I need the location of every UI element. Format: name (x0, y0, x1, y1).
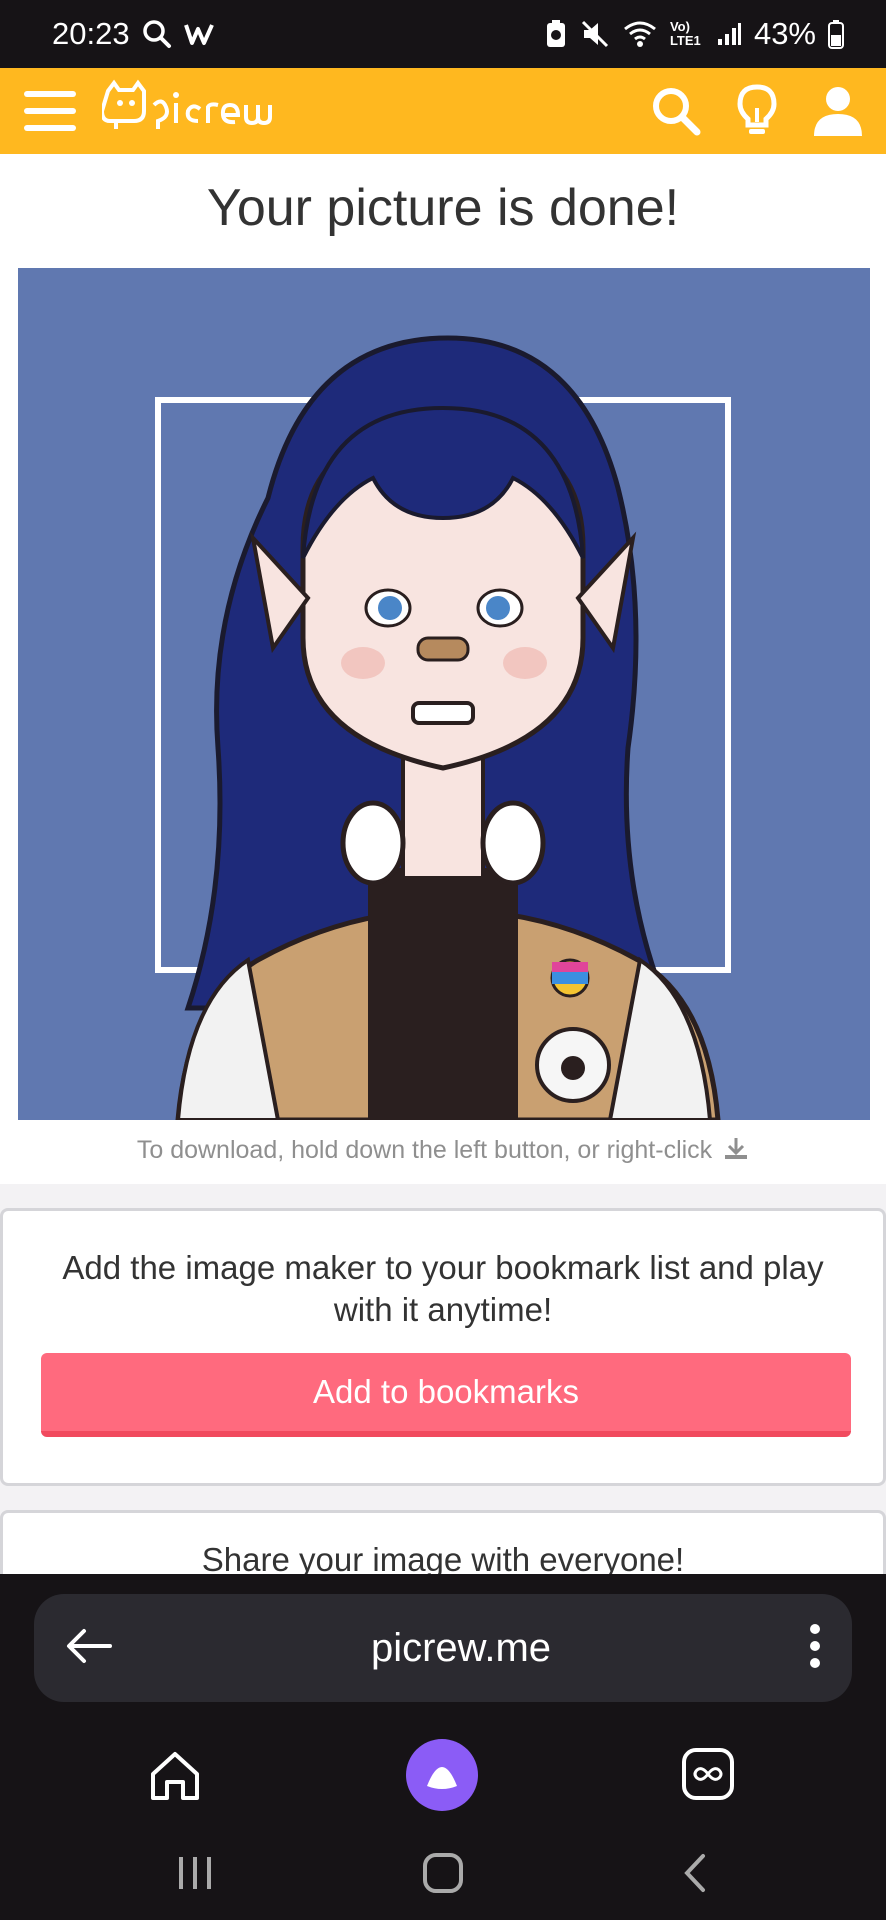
clock: 20:23 (52, 16, 130, 51)
download-icon (723, 1136, 749, 1167)
network-label: Vo) LTE1 (669, 19, 701, 48)
bookmark-card-text: Add the image maker to your bookmark lis… (62, 1249, 824, 1328)
home-icon[interactable] (145, 1746, 205, 1806)
search-icon (142, 19, 172, 49)
w-app-icon (183, 21, 216, 47)
app-header (0, 68, 886, 154)
tabs-icon[interactable] (680, 1746, 736, 1802)
user-icon[interactable] (812, 84, 864, 138)
recent-apps-icon[interactable] (175, 1850, 215, 1896)
bookmark-card: Add the image maker to your bookmark lis… (0, 1208, 886, 1486)
battery-icon (828, 19, 844, 49)
home-button-icon[interactable] (420, 1850, 466, 1896)
page-title: Your picture is done! (206, 179, 680, 237)
browser-bar: picrew.me (0, 1574, 886, 1920)
menu-icon[interactable] (22, 88, 78, 134)
system-nav-bar (0, 1836, 886, 1920)
battery-saver-icon (544, 19, 568, 49)
wifi-icon (622, 19, 658, 49)
browser-nav-row (0, 1726, 886, 1826)
picrew-logo[interactable] (99, 79, 272, 144)
search-icon[interactable] (650, 85, 702, 137)
add-to-bookmarks-button[interactable]: Add to bookmarks (41, 1353, 851, 1437)
system-back-icon[interactable] (674, 1850, 714, 1896)
url-text[interactable]: picrew.me (114, 1626, 808, 1671)
url-bar[interactable]: picrew.me (34, 1594, 852, 1702)
mute-icon (580, 19, 610, 49)
more-options-icon[interactable] (808, 1623, 822, 1674)
back-arrow-icon[interactable] (64, 1626, 114, 1671)
battery-percent: 43% (753, 16, 816, 51)
generated-picture[interactable] (18, 268, 870, 1120)
lightbulb-icon[interactable] (736, 84, 778, 138)
signal-icon (716, 21, 742, 47)
download-hint: To download, hold down the left button, … (0, 1136, 886, 1167)
assistant-icon[interactable] (405, 1738, 479, 1812)
status-bar: 20:23 Vo) LTE1 43% (0, 0, 886, 68)
